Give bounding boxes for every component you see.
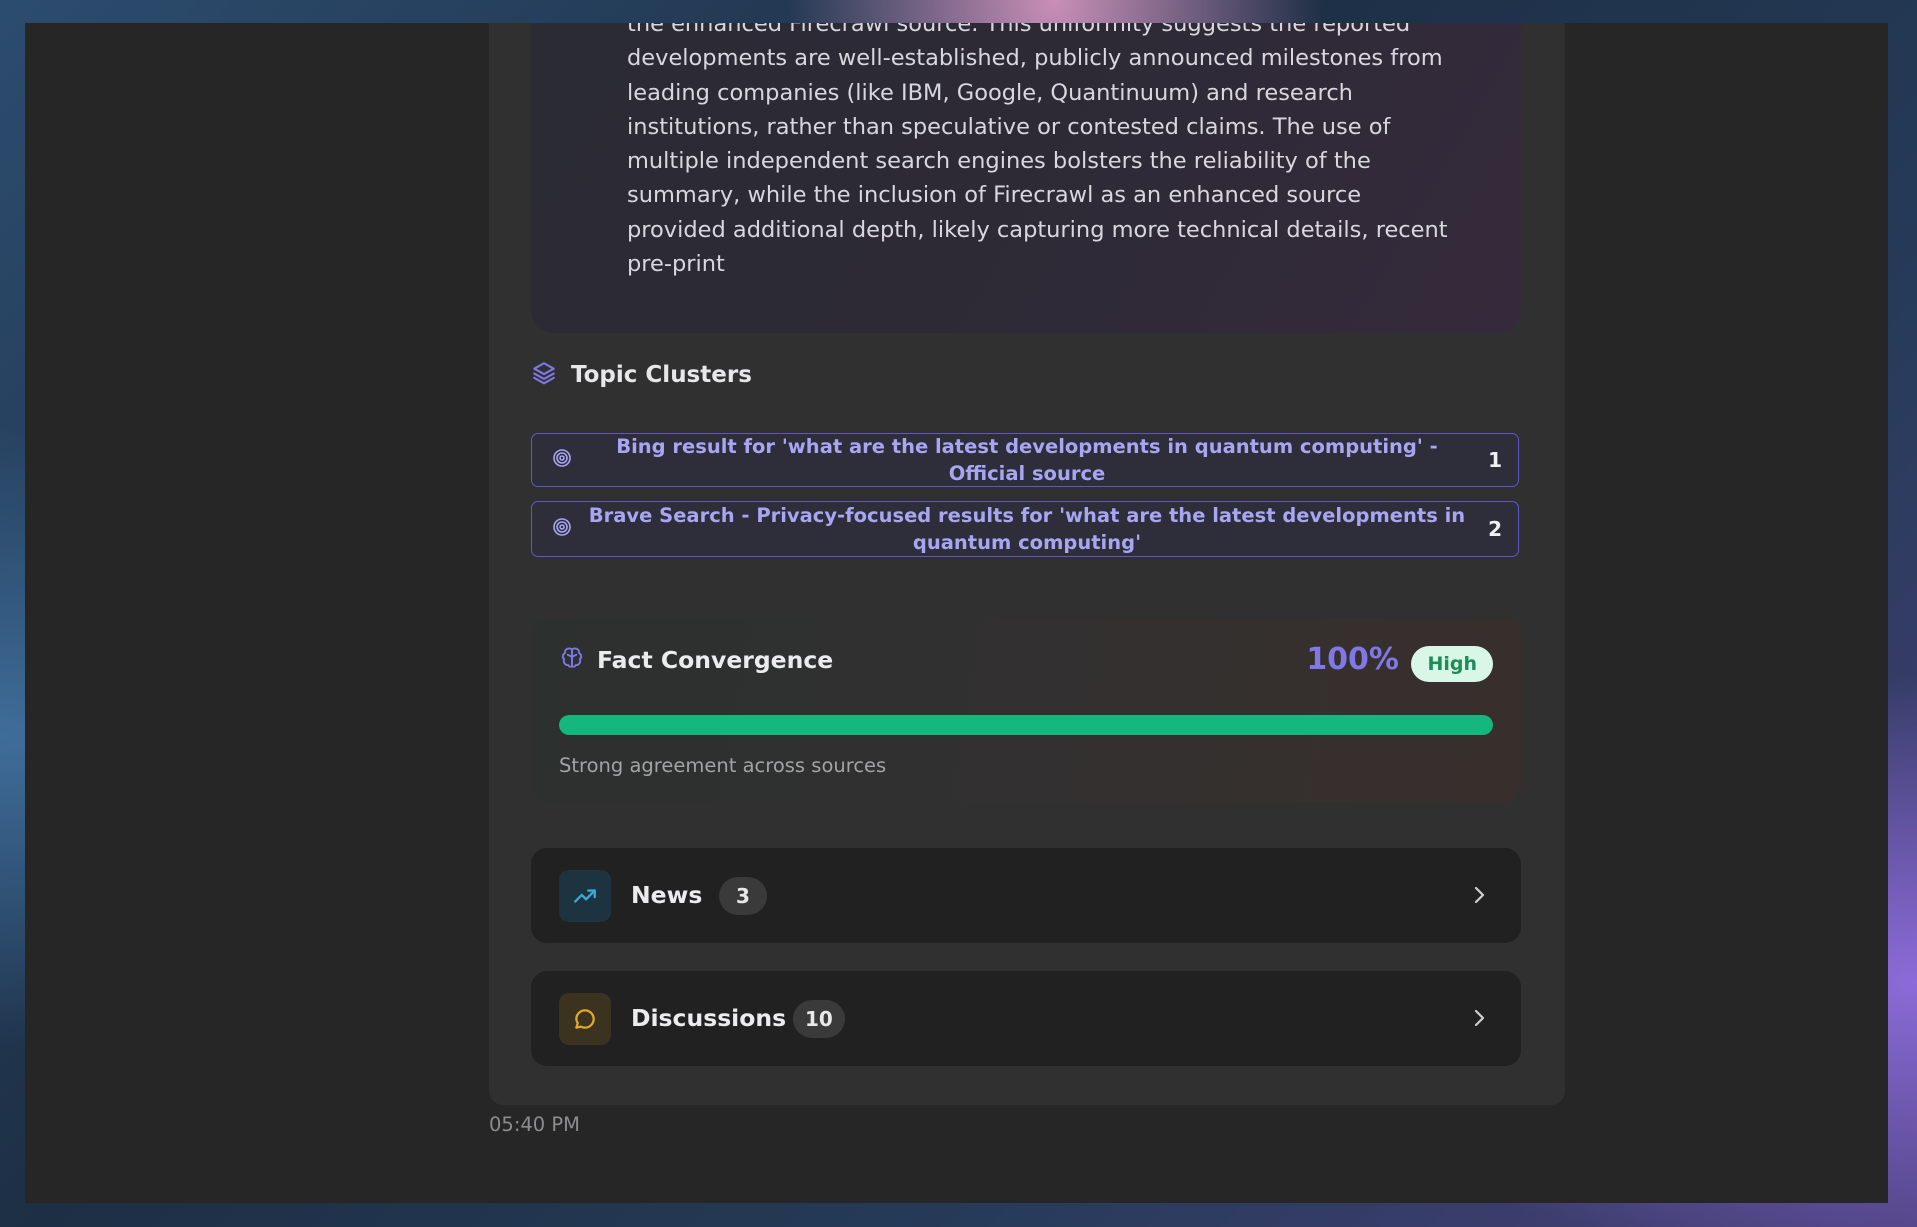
discussions-section-toggle[interactable]: Discussions 10: [531, 971, 1521, 1066]
reasoning-line: pre-print: [627, 251, 725, 278]
assistant-message-card: the enhanced Firecrawl source. This unif…: [489, 23, 1565, 1105]
reasoning-line: the enhanced Firecrawl source. This unif…: [627, 23, 1411, 37]
chevron-right-icon: [1467, 1005, 1491, 1035]
topic-cluster-item[interactable]: Bing result for 'what are the latest dev…: [531, 433, 1519, 487]
trending-up-icon: [559, 870, 611, 922]
reasoning-line: provided additional depth, likely captur…: [627, 216, 1448, 243]
news-count-badge: 3: [719, 877, 767, 915]
topic-cluster-item[interactable]: Brave Search - Privacy-focused results f…: [531, 501, 1519, 557]
topic-cluster-label: Bing result for 'what are the latest dev…: [616, 435, 1438, 485]
topic-clusters-header: Topic Clusters: [531, 355, 752, 395]
topic-cluster-label: Brave Search - Privacy-focused results f…: [588, 504, 1466, 554]
layers-icon: [531, 360, 557, 390]
reasoning-line: summary, while the inclusion of Firecraw…: [627, 182, 1362, 209]
reasoning-line: multiple independent search engines bols…: [627, 148, 1371, 175]
message-timestamp: 05:40 PM: [489, 1113, 580, 1136]
discussions-title: Discussions: [631, 1004, 787, 1032]
topic-cluster-count: 1: [1488, 448, 1502, 472]
fact-convergence-title: Fact Convergence: [597, 646, 834, 674]
message-circle-icon: [559, 993, 611, 1045]
brain-icon: [559, 645, 585, 675]
news-section-toggle[interactable]: News 3: [531, 848, 1521, 943]
convergence-progress-fill: [559, 715, 1493, 735]
fact-convergence-header: Fact Convergence: [559, 645, 833, 675]
target-icon: [552, 448, 572, 472]
reasoning-text: the enhanced Firecrawl source. This unif…: [627, 23, 1477, 281]
convergence-progress-track: [559, 715, 1493, 735]
chevron-right-icon: [1467, 882, 1491, 912]
target-icon: [552, 517, 572, 541]
reasoning-line: institutions, rather than speculative or…: [627, 113, 1391, 140]
discussions-count-badge: 10: [793, 1000, 845, 1038]
news-title: News: [631, 881, 703, 909]
reasoning-line: leading companies (like IBM, Google, Qua…: [627, 79, 1353, 106]
fact-convergence-card: Fact Convergence 100% High Strong agreem…: [531, 618, 1521, 802]
app-window: the enhanced Firecrawl source. This unif…: [25, 23, 1888, 1203]
convergence-percent: 100%: [1306, 642, 1399, 677]
reasoning-box: the enhanced Firecrawl source. This unif…: [531, 23, 1521, 333]
reasoning-line: developments are well-established, publi…: [627, 45, 1443, 72]
convergence-note: Strong agreement across sources: [559, 754, 887, 777]
confidence-badge: High: [1411, 646, 1493, 682]
topic-cluster-count: 2: [1488, 517, 1502, 541]
topic-clusters-title: Topic Clusters: [571, 362, 752, 388]
